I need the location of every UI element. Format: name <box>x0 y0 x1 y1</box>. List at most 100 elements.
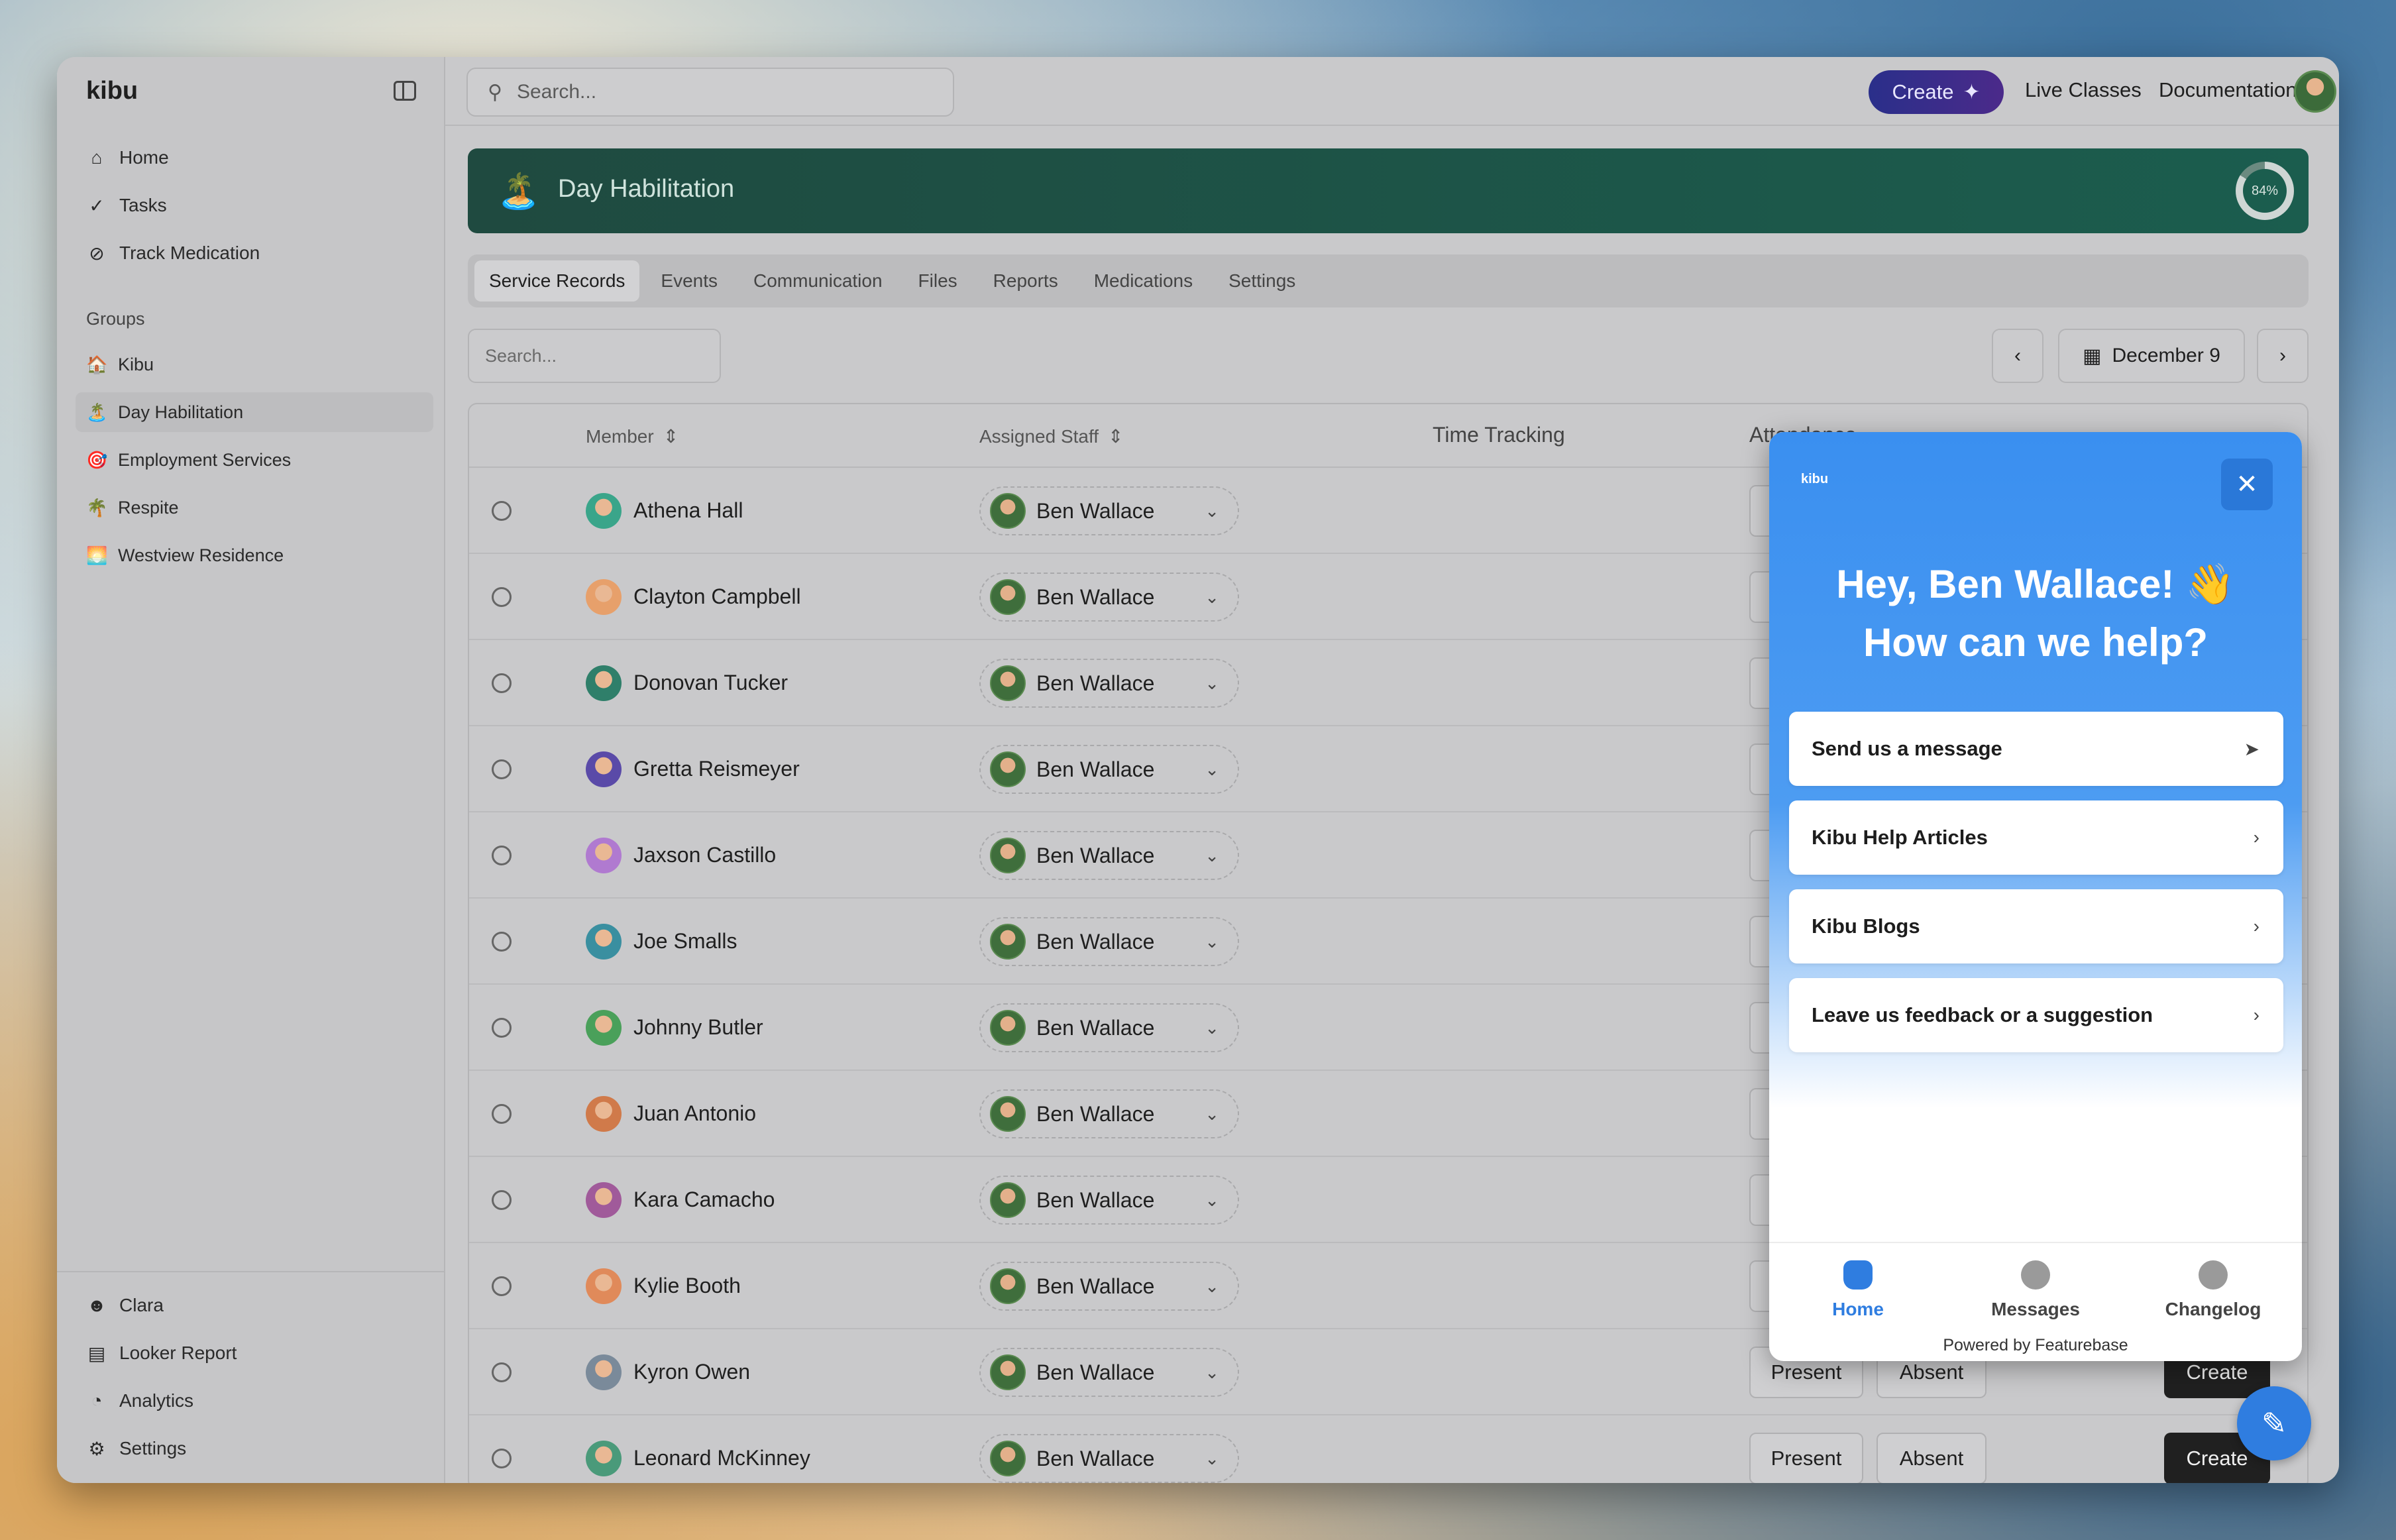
sidebar-item-analytics[interactable]: ◔ Analytics <box>86 1381 194 1421</box>
assigned-staff-select[interactable]: Ben Wallace ⌄ <box>979 1434 1239 1483</box>
row-select-radio[interactable] <box>492 846 512 865</box>
tab-medications[interactable]: Medications <box>1079 260 1207 302</box>
sidebar-item-label: Kibu <box>118 354 154 374</box>
row-select-radio[interactable] <box>492 501 512 521</box>
live-classes-link[interactable]: Live Classes <box>2025 78 2142 102</box>
tab-files[interactable]: Files <box>904 260 972 302</box>
groups-heading: Groups <box>86 309 145 329</box>
absent-button[interactable]: Absent <box>1877 1433 1987 1483</box>
sidebar-item-tasks[interactable]: ✓ Tasks <box>86 186 166 225</box>
sidebar-group-employment-services[interactable]: 🎯 Employment Services <box>76 440 433 480</box>
column-header-staff[interactable]: Assigned Staff ⇕ <box>979 425 1124 447</box>
widget-nav-messages[interactable]: Messages <box>1963 1260 2108 1320</box>
member-name[interactable]: Leonard McKinney <box>633 1446 810 1470</box>
row-select-radio[interactable] <box>492 587 512 607</box>
member-name[interactable]: Kylie Booth <box>633 1274 741 1298</box>
send-message-card[interactable]: Send us a message ➤ <box>1789 712 2283 786</box>
global-search-input[interactable]: ⚲ Search... <box>466 68 954 117</box>
avatar <box>990 665 1026 701</box>
member-name[interactable]: Athena Hall <box>633 498 743 523</box>
tab-communication[interactable]: Communication <box>739 260 897 302</box>
assigned-staff-select[interactable]: Ben Wallace ⌄ <box>979 917 1239 966</box>
table-search-input[interactable]: Search... <box>468 329 721 383</box>
member-name[interactable]: Jaxson Castillo <box>633 843 776 867</box>
prev-day-button[interactable]: ‹ <box>1992 329 2043 383</box>
member-name[interactable]: Clayton Campbell <box>633 584 801 609</box>
powered-by-link[interactable]: Powered by Featurebase <box>1769 1336 2302 1355</box>
close-icon[interactable]: ✕ <box>2221 459 2273 510</box>
row-select-radio[interactable] <box>492 1104 512 1124</box>
house-icon: 🏠 <box>86 354 108 374</box>
assigned-staff-select[interactable]: Ben Wallace ⌄ <box>979 831 1239 880</box>
tab-bar: Service Records Events Communication Fil… <box>468 254 2309 307</box>
sidebar-toggle-icon[interactable] <box>394 81 416 101</box>
widget-nav-home[interactable]: Home <box>1785 1260 1931 1320</box>
member-name[interactable]: Johnny Butler <box>633 1015 763 1040</box>
assigned-staff-select[interactable]: Ben Wallace ⌄ <box>979 1348 1239 1397</box>
feedback-card[interactable]: Leave us feedback or a suggestion › <box>1789 978 2283 1052</box>
tab-reports[interactable]: Reports <box>979 260 1073 302</box>
avatar <box>990 1268 1026 1304</box>
sidebar-group-westview-residence[interactable]: 🌅 Westview Residence <box>76 535 433 575</box>
brand-logo[interactable]: kibu <box>86 77 138 105</box>
sidebar-item-label: Settings <box>119 1438 187 1458</box>
widget-greeting: Hey, Ben Wallace! 👋 How can we help? <box>1769 555 2302 672</box>
present-button[interactable]: Present <box>1749 1433 1863 1483</box>
create-button-label: Create <box>1892 80 1954 103</box>
sort-icon: ⇕ <box>1108 426 1124 447</box>
tab-service-records[interactable]: Service Records <box>474 260 640 302</box>
member-name[interactable]: Juan Antonio <box>633 1101 756 1126</box>
row-select-radio[interactable] <box>492 1362 512 1382</box>
compose-icon[interactable]: ✎ <box>2237 1386 2311 1460</box>
sidebar-item-label: Day Habilitation <box>118 402 244 422</box>
help-articles-card[interactable]: Kibu Help Articles › <box>1789 800 2283 875</box>
row-select-radio[interactable] <box>492 673 512 693</box>
chevron-down-icon: ⌄ <box>1205 1189 1219 1210</box>
avatar <box>586 1268 622 1304</box>
member-name[interactable]: Kyron Owen <box>633 1360 750 1384</box>
avatar <box>586 1096 622 1132</box>
sidebar-item-home[interactable]: ⌂ Home <box>86 138 169 178</box>
widget-nav-changelog[interactable]: Changelog <box>2140 1260 2286 1320</box>
avatar <box>990 838 1026 873</box>
sidebar-item-track-medication[interactable]: ⊘ Track Medication <box>86 233 260 273</box>
sunset-icon: 🌅 <box>86 545 108 565</box>
user-avatar[interactable] <box>2294 70 2336 113</box>
date-picker-button[interactable]: ▦ December 9 <box>2058 329 2245 383</box>
row-select-radio[interactable] <box>492 932 512 952</box>
next-day-button[interactable]: › <box>2257 329 2309 383</box>
row-select-radio[interactable] <box>492 1018 512 1038</box>
column-header-time-tracking: Time Tracking <box>1433 423 1565 447</box>
member-name[interactable]: Gretta Reismeyer <box>633 757 800 781</box>
island-icon: 🏝️ <box>86 402 108 422</box>
tab-settings[interactable]: Settings <box>1214 260 1310 302</box>
blogs-card[interactable]: Kibu Blogs › <box>1789 889 2283 963</box>
row-select-radio[interactable] <box>492 759 512 779</box>
assigned-staff-select[interactable]: Ben Wallace ⌄ <box>979 486 1239 535</box>
assigned-staff-select[interactable]: Ben Wallace ⌄ <box>979 659 1239 708</box>
chevron-down-icon: ⌄ <box>1205 1448 1219 1468</box>
row-select-radio[interactable] <box>492 1190 512 1210</box>
column-header-member[interactable]: Member ⇕ <box>586 425 679 447</box>
assigned-staff-select[interactable]: Ben Wallace ⌄ <box>979 1262 1239 1311</box>
documentation-link[interactable]: Documentation <box>2159 78 2297 102</box>
assigned-staff-select[interactable]: Ben Wallace ⌄ <box>979 573 1239 622</box>
row-select-radio[interactable] <box>492 1449 512 1468</box>
sidebar-item-looker-report[interactable]: ▤ Looker Report <box>86 1333 237 1373</box>
sidebar-group-kibu[interactable]: 🏠 Kibu <box>76 345 433 384</box>
member-name[interactable]: Joe Smalls <box>633 929 737 954</box>
avatar <box>586 1182 622 1218</box>
assigned-staff-select[interactable]: Ben Wallace ⌄ <box>979 1089 1239 1138</box>
member-name[interactable]: Kara Camacho <box>633 1187 775 1212</box>
create-button[interactable]: Create ✦ <box>1869 70 2004 114</box>
assigned-staff-select[interactable]: Ben Wallace ⌄ <box>979 745 1239 794</box>
sidebar-group-day-habilitation[interactable]: 🏝️ Day Habilitation <box>76 392 433 432</box>
assigned-staff-select[interactable]: Ben Wallace ⌄ <box>979 1003 1239 1052</box>
row-select-radio[interactable] <box>492 1276 512 1296</box>
assigned-staff-select[interactable]: Ben Wallace ⌄ <box>979 1176 1239 1225</box>
member-name[interactable]: Donovan Tucker <box>633 671 788 695</box>
sidebar-group-respite[interactable]: 🌴 Respite <box>76 488 433 527</box>
sidebar-item-clara[interactable]: ☻ Clara <box>86 1286 164 1325</box>
tab-events[interactable]: Events <box>646 260 732 302</box>
sidebar-item-settings[interactable]: ⚙ Settings <box>86 1429 186 1468</box>
